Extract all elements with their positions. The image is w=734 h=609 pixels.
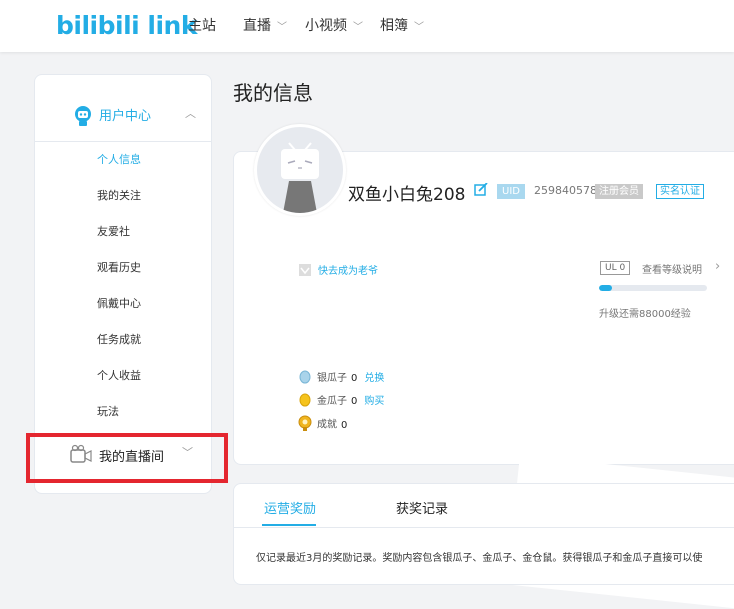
nav-item-live[interactable]: 直播 ﹀ <box>243 14 287 38</box>
chevron-down-icon: ﹀ <box>353 22 363 33</box>
become-vip-link[interactable]: 快去成为老爷 <box>318 262 378 277</box>
tab-award-records[interactable]: 获奖记录 <box>396 498 448 517</box>
sidebar-item-fan-club[interactable]: 友爱社 <box>97 223 130 239</box>
sidebar-item-wearing-center[interactable]: 佩戴中心 <box>97 295 141 311</box>
member-badge: 注册会员 <box>595 184 643 199</box>
sidebar-item-following[interactable]: 我的关注 <box>97 187 141 203</box>
username: 双鱼小白兔208 <box>348 185 466 205</box>
silver-seed-value: 0 <box>351 373 358 384</box>
active-tab-indicator <box>262 524 316 526</box>
sidebar-item-achievements[interactable]: 任务成就 <box>97 331 141 347</box>
page-title: 我的信息 <box>233 81 313 105</box>
level-badge: UL 0 <box>600 261 631 275</box>
vip-icon <box>298 262 312 281</box>
gold-seed-icon <box>298 393 312 410</box>
medal-icon <box>298 415 312 434</box>
exchange-link[interactable]: 兑换 <box>364 373 384 384</box>
level-progress-bar <box>599 285 707 291</box>
highlight-box <box>26 433 228 483</box>
gold-seed-value: 0 <box>351 396 358 407</box>
sidebar: 用户中心 ︿ <box>34 74 212 494</box>
gold-seed-label: 金瓜子 <box>317 396 347 407</box>
rewards-notice: 仅记录最近3月的奖励记录。奖励内容包含银瓜子、金瓜子、金仓鼠。获得银瓜子和金瓜子… <box>256 553 703 564</box>
sidebar-item-gameplay[interactable]: 玩法 <box>97 403 119 419</box>
achievement-label: 成就 <box>317 419 337 431</box>
upgrade-text: 升级还需88000经验 <box>599 309 691 320</box>
level-progress-fill <box>599 285 612 291</box>
nav-item-album[interactable]: 相簿 ﹀ <box>380 14 424 38</box>
sidebar-section-title: 用户中心 <box>99 109 152 124</box>
buy-link[interactable]: 购买 <box>364 396 384 407</box>
gold-seed-row: 金瓜子 0 购买 <box>298 392 384 410</box>
silver-seed-row: 银瓜子 0 兑换 <box>298 369 384 387</box>
nav-item-main-site[interactable]: 主站 <box>188 14 216 38</box>
chevron-up-icon[interactable]: ︿ <box>185 105 196 121</box>
top-navigation-bar: bilibili link 主站 直播 ﹀ 小视频 ﹀ 相簿 ﹀ <box>0 0 734 52</box>
level-info-link[interactable]: 查看等级说明 <box>642 261 702 276</box>
sidebar-section-user-center[interactable]: 用户中心 ︿ <box>35 75 211 142</box>
achievement-row: 成就 0 <box>298 415 347 434</box>
verify-badge[interactable]: 实名认证 <box>656 184 704 199</box>
chevron-down-icon: ﹀ <box>414 22 424 33</box>
nav-item-short-video[interactable]: 小视频 ﹀ <box>305 14 363 38</box>
tab-divider <box>233 527 734 528</box>
chevron-right-icon[interactable]: › <box>715 259 720 274</box>
user-center-icon <box>73 105 93 131</box>
sidebar-item-earnings[interactable]: 个人收益 <box>97 367 141 383</box>
edit-icon[interactable] <box>474 182 488 201</box>
uid-value: 259840578 <box>534 184 597 197</box>
avatar[interactable] <box>254 124 346 216</box>
sidebar-item-watch-history[interactable]: 观看历史 <box>97 259 141 275</box>
nav-item-label: 直播 <box>243 18 271 34</box>
chevron-down-icon: ﹀ <box>277 22 287 33</box>
bilibili-link-logo[interactable]: bilibili link <box>56 8 197 44</box>
silver-seed-label: 银瓜子 <box>317 373 347 384</box>
nav-item-label: 小视频 <box>305 18 347 34</box>
sidebar-item-profile[interactable]: 个人信息 <box>97 151 141 167</box>
tab-operation-rewards[interactable]: 运营奖励 <box>264 498 316 517</box>
silver-seed-icon <box>298 370 312 387</box>
achievement-value: 0 <box>341 419 348 431</box>
uid-badge: UID <box>497 184 525 199</box>
nav-item-label: 主站 <box>188 18 216 34</box>
nav-item-label: 相簿 <box>380 18 408 34</box>
